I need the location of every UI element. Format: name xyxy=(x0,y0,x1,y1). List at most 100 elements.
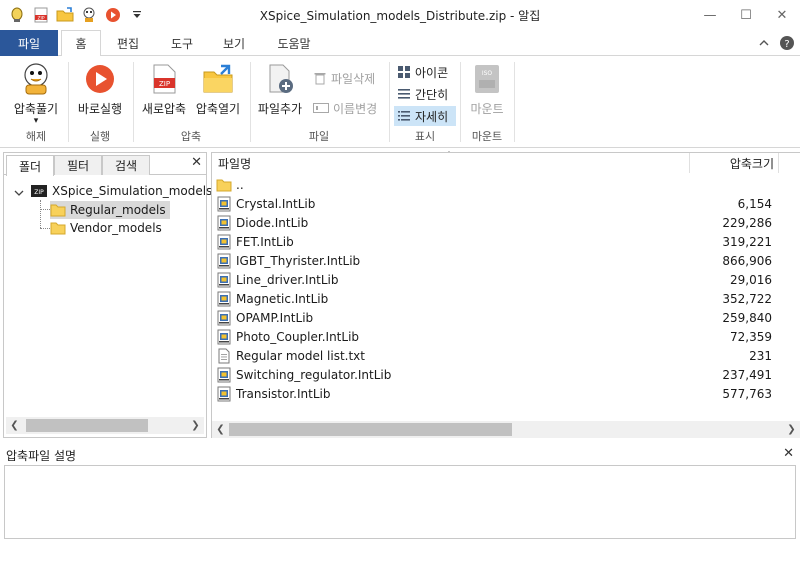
view-detail-option[interactable]: 자세히 xyxy=(394,106,456,126)
rename-icon xyxy=(313,103,329,113)
table-row[interactable]: Regular model list.txt 231 xyxy=(212,346,790,365)
tab-folder[interactable]: 폴더 xyxy=(6,155,54,176)
file-list-hscrollbar[interactable]: ❮ ❯ xyxy=(212,421,800,438)
tab-view[interactable]: 보기 xyxy=(212,30,256,56)
column-header-size[interactable]: 압축크기 xyxy=(692,153,774,173)
customize-dropdown-icon[interactable] xyxy=(128,6,146,24)
intlib-file-icon xyxy=(216,272,232,288)
extract-dropdown-icon[interactable]: ▾ xyxy=(34,117,39,126)
text-file-icon xyxy=(216,348,232,364)
tree-item-regular-models[interactable]: Regular_models xyxy=(50,201,170,219)
table-row[interactable]: FET.IntLib 319,221 xyxy=(212,232,790,251)
file-name: IGBT_Thyrister.IntLib xyxy=(236,253,361,268)
table-row[interactable]: Crystal.IntLib 6,154 xyxy=(212,194,790,213)
file-list-pane: 파일명 압축크기 .. Crystal.IntLib 6,154 Diode.Int… xyxy=(211,152,800,438)
minimize-button[interactable]: — xyxy=(692,0,728,30)
open-folder-icon xyxy=(203,64,233,93)
description-title: 압축파일 설명 xyxy=(6,449,77,463)
file-name: Crystal.IntLib xyxy=(236,196,316,211)
character-icon[interactable] xyxy=(80,6,98,24)
group-label-mount: 마운트 xyxy=(471,130,503,143)
maximize-button[interactable]: ☐ xyxy=(728,0,764,30)
intlib-file-icon xyxy=(216,196,232,212)
rename-label: 이름변경 xyxy=(333,101,378,116)
collapse-ribbon-icon[interactable] xyxy=(755,34,773,52)
open-folder-icon[interactable] xyxy=(56,6,74,24)
delete-file-button[interactable]: 파일삭제 xyxy=(310,68,378,88)
ribbon-separator xyxy=(389,62,390,142)
column-header-name[interactable]: 파일명 xyxy=(218,153,251,173)
view-icon-option[interactable]: 아이콘 xyxy=(394,62,451,82)
app-logo-icon[interactable] xyxy=(8,6,26,24)
description-close-icon[interactable]: ✕ xyxy=(783,446,794,461)
table-row[interactable]: IGBT_Thyrister.IntLib 866,906 xyxy=(212,251,790,270)
view-simple-option[interactable]: 간단히 xyxy=(394,84,451,104)
tree-item-vendor-models[interactable]: Vendor_models xyxy=(50,219,162,237)
table-row[interactable]: Line_driver.IntLib 29,016 xyxy=(212,270,790,289)
close-button[interactable]: ✕ xyxy=(764,0,800,30)
tab-filter[interactable]: 필터 xyxy=(54,155,102,175)
view-simple-label: 간단히 xyxy=(415,87,449,102)
intlib-file-icon xyxy=(216,367,232,383)
iso-icon: ISO xyxy=(475,65,499,93)
table-row[interactable]: Transistor.IntLib 577,763 xyxy=(212,384,790,403)
file-name: Photo_Coupler.IntLib xyxy=(236,329,360,344)
play-icon[interactable] xyxy=(104,6,122,24)
rename-button[interactable]: 이름변경 xyxy=(310,98,380,118)
left-pane-close-icon[interactable]: ✕ xyxy=(191,155,202,170)
scroll-thumb[interactable] xyxy=(26,419,148,432)
tree-expand-icon[interactable] xyxy=(14,186,24,200)
group-label-extract: 해제 xyxy=(25,130,47,143)
help-icon[interactable]: ? xyxy=(778,34,796,52)
description-pane: 압축파일 설명 ✕ xyxy=(0,445,800,540)
scroll-right-icon[interactable]: ❯ xyxy=(187,417,204,434)
file-name: Diode.IntLib xyxy=(236,215,309,230)
file-name: Transistor.IntLib xyxy=(236,386,331,401)
mount-button[interactable]: ISO 마운트 xyxy=(464,64,510,117)
trash-icon xyxy=(314,73,326,85)
intlib-file-icon xyxy=(216,253,232,269)
table-row[interactable]: Magnetic.IntLib 352,722 xyxy=(212,289,790,308)
list-item-parent[interactable]: .. xyxy=(212,175,790,194)
tab-help[interactable]: 도움말 xyxy=(266,30,322,56)
column-separator[interactable] xyxy=(689,153,690,173)
scroll-left-icon[interactable]: ❮ xyxy=(212,421,229,438)
file-name: FET.IntLib xyxy=(236,234,294,249)
table-row[interactable]: Diode.IntLib 229,286 xyxy=(212,213,790,232)
folder-pane-hscrollbar[interactable]: ❮ ❯ xyxy=(6,417,204,434)
tree-item-label: Regular_models xyxy=(70,203,166,217)
tree-root-badge: ZIP xyxy=(34,189,44,196)
scroll-thumb[interactable] xyxy=(229,423,512,436)
scroll-left-icon[interactable]: ❮ xyxy=(6,417,23,434)
extract-button[interactable]: 압축풀기 ▾ xyxy=(8,62,64,126)
zip-badge: ZIP xyxy=(159,80,170,88)
table-row[interactable]: Switching_regulator.IntLib 237,491 xyxy=(212,365,790,384)
scroll-right-icon[interactable]: ❯ xyxy=(783,421,800,438)
ribbon-separator xyxy=(68,62,69,142)
new-archive-button[interactable]: ZIP 새로압축 xyxy=(138,64,190,117)
mount-label: 마운트 xyxy=(470,102,504,116)
file-size: 352,722 xyxy=(722,291,772,306)
tab-edit[interactable]: 편집 xyxy=(106,30,150,56)
table-row[interactable]: OPAMP.IntLib 259,840 xyxy=(212,308,790,327)
column-separator[interactable] xyxy=(778,153,779,173)
file-size: 29,016 xyxy=(730,272,772,287)
zip-file-icon[interactable]: ZIP xyxy=(32,6,50,24)
run-label: 바로실행 xyxy=(77,102,123,116)
tab-file[interactable]: 파일 xyxy=(0,30,58,56)
tab-search[interactable]: 검색 xyxy=(102,155,150,175)
title-bar: ZIP XSpice_Simulation_models_Distribute.… xyxy=(0,0,800,30)
ribbon-separator xyxy=(460,62,461,142)
ribbon-tabs: 파일 홈 편집 도구 보기 도움말 ? xyxy=(0,30,800,57)
file-size: 319,221 xyxy=(722,234,772,249)
tree-root-archive[interactable]: ZIP XSpice_Simulation_models_D xyxy=(30,182,228,200)
run-button[interactable]: 바로실행 xyxy=(72,64,128,117)
add-file-button[interactable]: 파일추가 xyxy=(254,64,306,117)
open-archive-button[interactable]: 압축열기 xyxy=(192,64,244,117)
grid-icon xyxy=(398,66,410,78)
tab-tools[interactable]: 도구 xyxy=(160,30,204,56)
description-textarea[interactable] xyxy=(4,465,796,539)
intlib-file-icon xyxy=(216,215,232,231)
tab-home[interactable]: 홈 xyxy=(61,30,101,57)
table-row[interactable]: Photo_Coupler.IntLib 72,359 xyxy=(212,327,790,346)
